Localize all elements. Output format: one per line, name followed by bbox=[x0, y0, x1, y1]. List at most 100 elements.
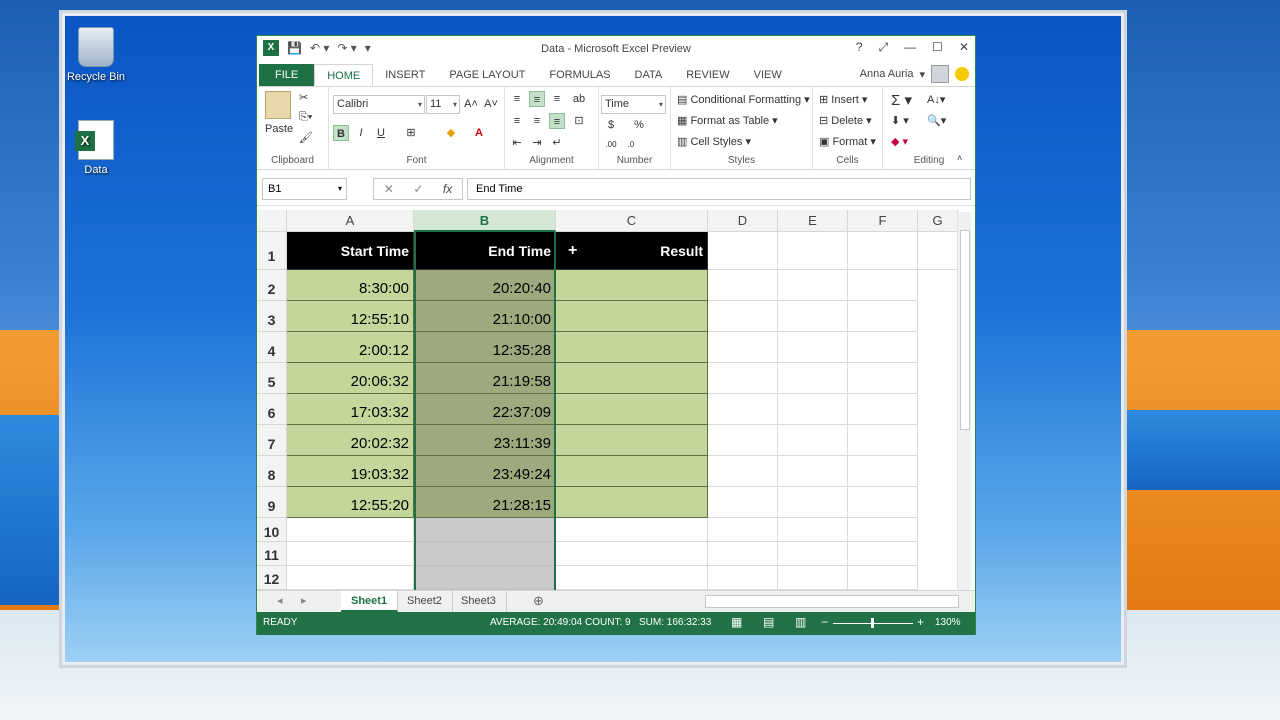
cell-d8[interactable] bbox=[708, 456, 778, 487]
cell-c2[interactable] bbox=[556, 270, 708, 301]
decrease-decimal-icon[interactable]: .0 bbox=[623, 137, 639, 153]
cell-f2[interactable] bbox=[848, 270, 918, 301]
minimize-button[interactable]: — bbox=[904, 40, 916, 55]
bold-button[interactable]: B bbox=[333, 125, 349, 141]
cut-icon[interactable]: ✂ bbox=[299, 91, 308, 104]
cell-a3[interactable]: 12:55:10 bbox=[287, 301, 414, 332]
font-size-select[interactable]: 11 ▾ bbox=[426, 95, 460, 114]
cell-e11[interactable] bbox=[778, 542, 848, 566]
row-header-6[interactable]: 6 bbox=[257, 394, 287, 425]
select-all-corner[interactable] bbox=[257, 210, 287, 232]
cell-a10[interactable] bbox=[287, 518, 414, 542]
cancel-icon[interactable]: ✕ bbox=[384, 182, 394, 196]
paste-button[interactable]: Paste bbox=[265, 123, 293, 135]
row-header-9[interactable]: 9 bbox=[257, 487, 287, 518]
cell-a12[interactable] bbox=[287, 566, 414, 590]
align-middle-icon[interactable]: ≡ bbox=[529, 91, 545, 107]
percent-button[interactable]: % bbox=[631, 117, 647, 133]
column-header-b[interactable]: B bbox=[414, 210, 556, 232]
zoom-in-icon[interactable]: + bbox=[917, 615, 924, 629]
currency-button[interactable]: $ bbox=[603, 117, 619, 133]
tab-formulas[interactable]: FORMULAS bbox=[537, 64, 622, 86]
font-color-icon[interactable]: A bbox=[471, 125, 487, 141]
row-header-2[interactable]: 2 bbox=[257, 270, 287, 301]
row-header-12[interactable]: 12 bbox=[257, 566, 287, 590]
cell-f6[interactable] bbox=[848, 394, 918, 425]
underline-button[interactable]: U bbox=[373, 125, 389, 141]
align-left-icon[interactable]: ≡ bbox=[509, 113, 525, 129]
shrink-font-icon[interactable]: A˅ bbox=[483, 96, 499, 112]
cell-e3[interactable] bbox=[778, 301, 848, 332]
cell-c5[interactable] bbox=[556, 363, 708, 394]
tab-data[interactable]: DATA bbox=[623, 64, 675, 86]
next-sheet-icon[interactable]: ▸ bbox=[301, 594, 307, 607]
normal-view-icon[interactable]: ▦ bbox=[731, 615, 742, 629]
cell-g1[interactable] bbox=[918, 232, 958, 270]
page-break-view-icon[interactable]: ▥ bbox=[795, 615, 806, 629]
cell-f9[interactable] bbox=[848, 487, 918, 518]
row-header-5[interactable]: 5 bbox=[257, 363, 287, 394]
cell-c4[interactable] bbox=[556, 332, 708, 363]
name-box[interactable]: B1 ▾ bbox=[262, 178, 347, 200]
delete-cells-button[interactable]: ⊟ Delete ▾ bbox=[819, 114, 872, 127]
enter-icon[interactable]: ✓ bbox=[413, 182, 423, 196]
decrease-indent-icon[interactable]: ⇤ bbox=[509, 135, 525, 151]
grow-font-icon[interactable]: A˄ bbox=[463, 96, 479, 112]
autosum-icon[interactable]: Σ ▾ bbox=[891, 91, 912, 109]
tab-review[interactable]: REVIEW bbox=[674, 64, 741, 86]
column-header-a[interactable]: A bbox=[287, 210, 414, 232]
fill-icon[interactable]: ⬇ ▾ bbox=[891, 114, 909, 127]
vertical-scroll-thumb[interactable] bbox=[960, 230, 970, 430]
maximize-button[interactable]: ☐ bbox=[932, 40, 943, 55]
zoom-slider-thumb[interactable] bbox=[871, 618, 874, 628]
cell-e1[interactable] bbox=[778, 232, 848, 270]
row-header-10[interactable]: 10 bbox=[257, 518, 287, 542]
increase-indent-icon[interactable]: ⇥ bbox=[529, 135, 545, 151]
cell-f8[interactable] bbox=[848, 456, 918, 487]
cell-e10[interactable] bbox=[778, 518, 848, 542]
increase-decimal-icon[interactable]: .00 bbox=[603, 137, 619, 153]
format-as-table-button[interactable]: ▦ Format as Table ▾ bbox=[677, 114, 778, 127]
tab-file[interactable]: FILE bbox=[259, 64, 315, 86]
row-header-8[interactable]: 8 bbox=[257, 456, 287, 487]
orientation-icon[interactable]: ab bbox=[571, 91, 587, 107]
cell-c7[interactable] bbox=[556, 425, 708, 456]
wrap-text-icon[interactable]: ↵ bbox=[549, 135, 565, 151]
cell-e7[interactable] bbox=[778, 425, 848, 456]
align-bottom-icon[interactable]: ≡ bbox=[549, 91, 565, 107]
column-header-c[interactable]: C bbox=[556, 210, 708, 232]
cell-c11[interactable] bbox=[556, 542, 708, 566]
format-cells-button[interactable]: ▣ Format ▾ bbox=[819, 135, 876, 148]
cell-d10[interactable] bbox=[708, 518, 778, 542]
row-header-4[interactable]: 4 bbox=[257, 332, 287, 363]
row-header-3[interactable]: 3 bbox=[257, 301, 287, 332]
align-right-icon[interactable]: ≡ bbox=[549, 113, 565, 129]
spreadsheet-grid[interactable]: A B C D E F G 1 Start Time End Time + Re… bbox=[257, 210, 975, 590]
cell-d5[interactable] bbox=[708, 363, 778, 394]
cell-e12[interactable] bbox=[778, 566, 848, 590]
cell-c10[interactable] bbox=[556, 518, 708, 542]
tab-page-layout[interactable]: PAGE LAYOUT bbox=[437, 64, 537, 86]
cell-a7[interactable]: 20:02:32 bbox=[287, 425, 414, 456]
sheet-tab-sheet2[interactable]: Sheet2 bbox=[397, 591, 453, 612]
cell-a5[interactable]: 20:06:32 bbox=[287, 363, 414, 394]
close-button[interactable]: ✕ bbox=[959, 40, 969, 55]
column-header-e[interactable]: E bbox=[778, 210, 848, 232]
align-top-icon[interactable]: ≡ bbox=[509, 91, 525, 107]
cell-d2[interactable] bbox=[708, 270, 778, 301]
recycle-bin-shortcut[interactable]: Recycle Bin bbox=[61, 27, 131, 83]
cell-a9[interactable]: 12:55:20 bbox=[287, 487, 414, 518]
column-header-f[interactable]: F bbox=[848, 210, 918, 232]
ribbon-display-button[interactable]: ⤢ bbox=[879, 40, 889, 55]
conditional-formatting-button[interactable]: ▤ Conditional Formatting ▾ bbox=[677, 93, 810, 106]
cell-f7[interactable] bbox=[848, 425, 918, 456]
cell-d9[interactable] bbox=[708, 487, 778, 518]
find-select-icon[interactable]: 🔍▾ bbox=[927, 114, 946, 127]
cell-e2[interactable] bbox=[778, 270, 848, 301]
cell-d4[interactable] bbox=[708, 332, 778, 363]
cell-f1[interactable] bbox=[848, 232, 918, 270]
cell-f10[interactable] bbox=[848, 518, 918, 542]
cell-a2[interactable]: 8:30:00 bbox=[287, 270, 414, 301]
horizontal-scrollbar[interactable] bbox=[705, 595, 959, 608]
cell-d3[interactable] bbox=[708, 301, 778, 332]
